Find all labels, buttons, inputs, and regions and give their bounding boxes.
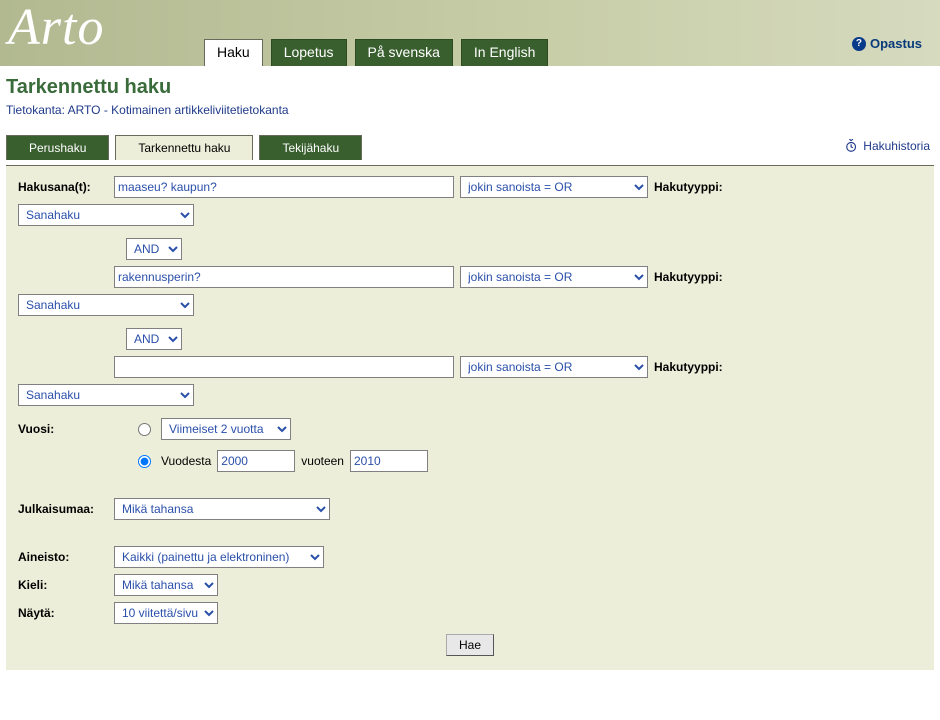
label-julkaisumaa: Julkaisumaa:: [18, 502, 108, 516]
search-tab-tarkennettu[interactable]: Tarkennettu haku: [115, 135, 253, 160]
help-icon: ?: [852, 37, 866, 51]
label-vuodesta: Vuodesta: [161, 454, 211, 468]
type-select-2[interactable]: Sanahaku: [18, 294, 194, 316]
year-from-input[interactable]: [217, 450, 295, 472]
label-hakusanat: Hakusana(t):: [18, 180, 108, 194]
perpage-row: Näytä: 10 viitettä/sivu: [18, 602, 922, 624]
main-tab-lopetus[interactable]: Lopetus: [271, 39, 347, 66]
topbar: Arto Haku Lopetus På svenska In English …: [0, 0, 940, 66]
label-hakutyyppi-1: Hakutyyppi:: [654, 180, 723, 194]
year-to-input[interactable]: [350, 450, 428, 472]
label-kieli: Kieli:: [18, 578, 108, 592]
main-tab-svenska[interactable]: På svenska: [355, 39, 453, 66]
help-label: Opastus: [870, 36, 922, 51]
material-row: Aineisto: Kaikki (painettu ja elektronin…: [18, 546, 922, 568]
term-input-3[interactable]: [114, 356, 454, 378]
year-row: Vuosi: Viimeiset 2 vuotta: [18, 418, 922, 440]
term-input-2[interactable]: [114, 266, 454, 288]
search-tab-tekijahaku[interactable]: Tekijähaku: [259, 135, 362, 160]
main-tabs: Haku Lopetus På svenska In English: [204, 39, 548, 66]
history-label: Hakuhistoria: [863, 139, 930, 153]
type-select-1[interactable]: Sanahaku: [18, 204, 194, 226]
query-block-2: AND jokin sanoista = OR Hakutyyppi: Sana…: [18, 238, 922, 316]
history-icon: [845, 139, 859, 153]
year-preset-select[interactable]: Viimeiset 2 vuotta: [161, 418, 291, 440]
search-tab-perushaku[interactable]: Perushaku: [6, 135, 109, 160]
match-select-2[interactable]: jokin sanoista = OR: [460, 266, 648, 288]
bool-select-3[interactable]: AND: [126, 328, 182, 350]
country-row: Julkaisumaa: Mikä tahansa: [18, 498, 922, 520]
submit-button[interactable]: Hae: [446, 634, 494, 656]
term-input-1[interactable]: [114, 176, 454, 198]
bool-select-2[interactable]: AND: [126, 238, 182, 260]
brand-logo: Arto: [8, 0, 104, 57]
match-select-1[interactable]: jokin sanoista = OR: [460, 176, 648, 198]
label-aineisto: Aineisto:: [18, 550, 108, 564]
title-area: Tarkennettu haku Tietokanta: ARTO - Koti…: [0, 66, 940, 125]
query-block-3: AND jokin sanoista = OR Hakutyyppi: Sana…: [18, 328, 922, 406]
label-hakutyyppi-3: Hakutyyppi:: [654, 360, 723, 374]
country-select[interactable]: Mikä tahansa: [114, 498, 330, 520]
perpage-select[interactable]: 10 viitettä/sivu: [114, 602, 218, 624]
label-hakutyyppi-2: Hakutyyppi:: [654, 270, 723, 284]
search-tabs: Perushaku Tarkennettu haku Tekijähaku Ha…: [6, 135, 934, 165]
label-vuosi: Vuosi:: [18, 422, 108, 436]
main-tab-english[interactable]: In English: [461, 39, 548, 66]
material-select[interactable]: Kaikki (painettu ja elektroninen): [114, 546, 324, 568]
language-select[interactable]: Mikä tahansa: [114, 574, 218, 596]
database-line: Tietokanta: ARTO - Kotimainen artikkeliv…: [6, 103, 934, 117]
year-radio-range[interactable]: [138, 455, 151, 468]
page-title: Tarkennettu haku: [6, 76, 934, 99]
label-nayta: Näytä:: [18, 606, 108, 620]
search-form: Hakusana(t): jokin sanoista = OR Hakutyy…: [6, 165, 934, 670]
match-select-3[interactable]: jokin sanoista = OR: [460, 356, 648, 378]
search-history-link[interactable]: Hakuhistoria: [845, 139, 930, 153]
language-row: Kieli: Mikä tahansa: [18, 574, 922, 596]
help-link[interactable]: ? Opastus: [852, 36, 922, 51]
query-block-1: Hakusana(t): jokin sanoista = OR Hakutyy…: [18, 176, 922, 226]
type-select-3[interactable]: Sanahaku: [18, 384, 194, 406]
year-radio-preset[interactable]: [138, 423, 151, 436]
label-vuoteen: vuoteen: [301, 454, 344, 468]
main-tab-haku[interactable]: Haku: [204, 39, 263, 66]
